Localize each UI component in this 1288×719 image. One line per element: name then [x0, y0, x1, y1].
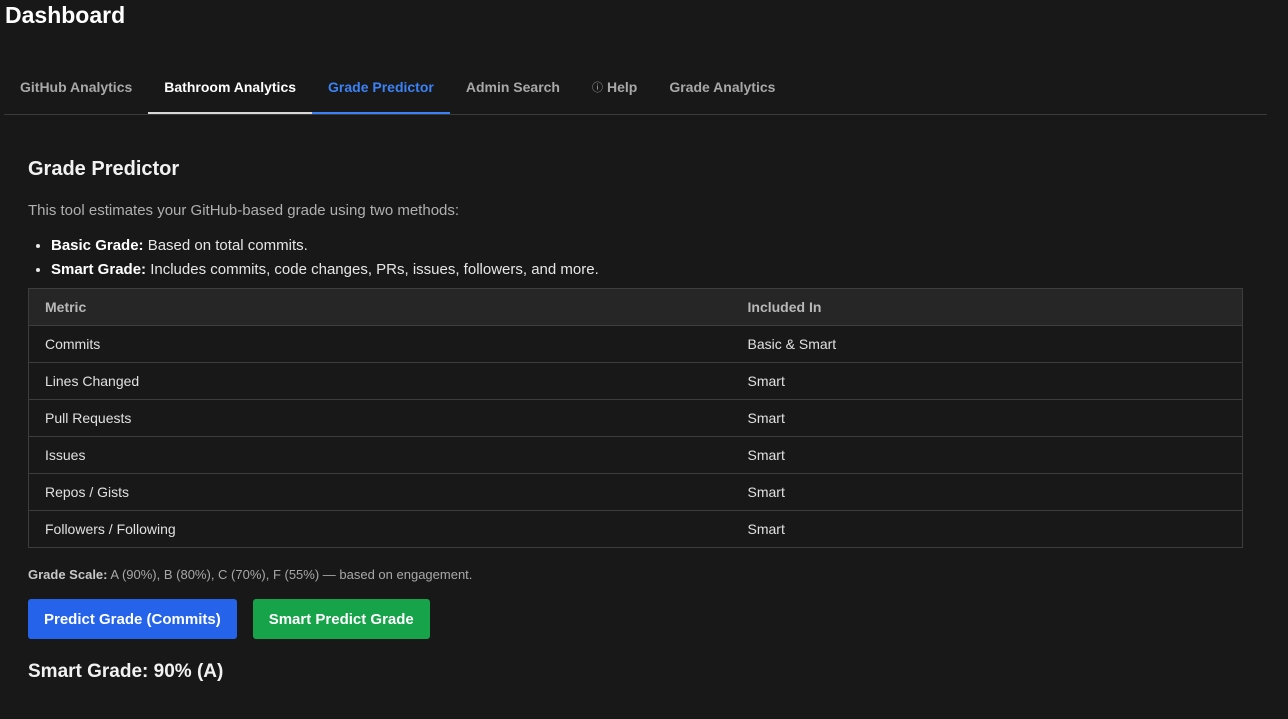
method-name: Smart Grade: [51, 261, 147, 278]
grade-scale-text: A (90%), B (80%), C (70%), F (55%) — bas… [107, 567, 473, 582]
method-desc: Includes commits, code changes, PRs, iss… [146, 261, 599, 278]
metric-cell: Issues [28, 436, 732, 474]
tab-help[interactable]: ⓘ Help [576, 62, 653, 114]
included-in-cell: Smart [731, 436, 1243, 474]
list-item: Basic Grade: Based on total commits. [51, 236, 1243, 255]
intro-text: This tool estimates your GitHub-based gr… [28, 202, 460, 219]
table-header-row: Metric Included In [28, 288, 1243, 326]
tab-label: Grade Analytics [669, 79, 776, 95]
tab-label: Grade Predictor [328, 79, 434, 95]
table-row: Repos / Gists Smart [28, 473, 1243, 511]
table-row: Pull Requests Smart [28, 399, 1243, 437]
metric-cell: Repos / Gists [28, 473, 732, 511]
table-row: Followers / Following Smart [28, 510, 1243, 548]
included-in-cell: Smart [731, 473, 1243, 511]
tab-grade-analytics[interactable]: Grade Analytics [653, 62, 791, 114]
list-item: Smart Grade: Includes commits, code chan… [51, 260, 1243, 279]
tab-grade-predictor[interactable]: Grade Predictor [312, 62, 450, 114]
tab-admin-search[interactable]: Admin Search [450, 62, 576, 114]
tab-label: Bathroom Analytics [164, 79, 297, 95]
methods-list: Basic Grade: Based on total commits. Sma… [28, 236, 1243, 279]
method-name: Basic Grade: [51, 237, 144, 254]
tab-bathroom-analytics[interactable]: Bathroom Analytics [148, 62, 313, 114]
metrics-table: Metric Included In Commits Basic & Smart… [28, 288, 1243, 548]
section-title: Grade Predictor [28, 158, 180, 180]
smart-predict-grade-button[interactable]: Smart Predict Grade [252, 599, 430, 639]
included-in-cell: Smart [731, 510, 1243, 548]
metric-cell: Lines Changed [28, 362, 732, 400]
tab-bar: GitHub Analytics Bathroom Analytics Grad… [4, 62, 1267, 115]
column-header: Included In [731, 288, 1243, 326]
table-row: Lines Changed Smart [28, 362, 1243, 400]
grade-scale-label: Grade Scale: [28, 567, 108, 582]
method-desc: Based on total commits. [143, 237, 308, 254]
table-row: Issues Smart [28, 436, 1243, 474]
smart-grade-result: Smart Grade: 90% (A) [28, 661, 224, 682]
included-in-cell: Smart [731, 399, 1243, 437]
metric-cell: Pull Requests [28, 399, 732, 437]
column-header: Metric [28, 288, 732, 326]
grade-scale: Grade Scale: A (90%), B (80%), C (70%), … [28, 567, 1243, 582]
included-in-cell: Smart [731, 362, 1243, 400]
tab-label: Help [606, 79, 638, 95]
action-buttons: Predict Grade (Commits) Smart Predict Gr… [28, 599, 1243, 639]
tab-github-analytics[interactable]: GitHub Analytics [4, 62, 148, 114]
info-icon: ⓘ [591, 82, 603, 94]
grade-predictor-panel: Grade Predictor This tool estimates your… [28, 158, 1243, 683]
metric-cell: Followers / Following [28, 510, 732, 548]
page-title: Dashboard [5, 2, 126, 28]
tab-label: Admin Search [465, 79, 560, 95]
included-in-cell: Basic & Smart [731, 325, 1243, 363]
tab-label: GitHub Analytics [20, 79, 133, 95]
metric-cell: Commits [28, 325, 732, 363]
table-row: Commits Basic & Smart [28, 325, 1243, 363]
predict-grade-button[interactable]: Predict Grade (Commits) [28, 599, 237, 639]
